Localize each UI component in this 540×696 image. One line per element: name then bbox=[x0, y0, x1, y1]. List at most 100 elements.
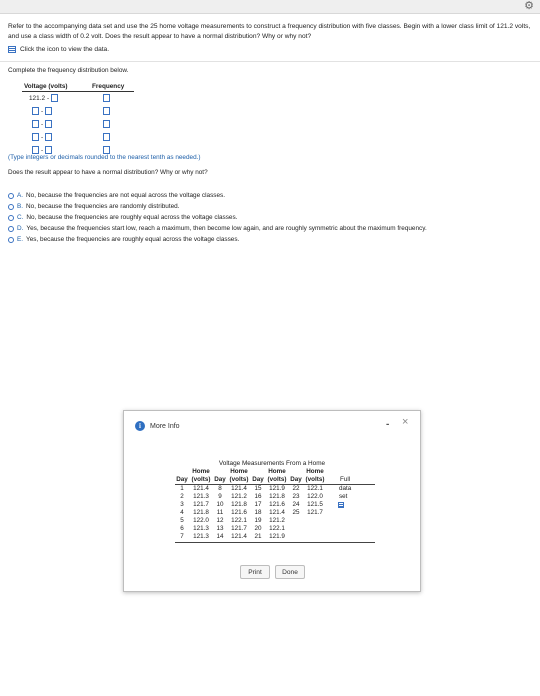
option-c[interactable]: C. No, because the frequencies are rough… bbox=[8, 212, 427, 223]
cell: 121.2 bbox=[231, 493, 247, 500]
header-cell: Day bbox=[176, 476, 188, 483]
cell: 121.7 bbox=[231, 525, 247, 532]
radio-button[interactable] bbox=[8, 203, 14, 210]
cell: 121.7 bbox=[193, 501, 209, 508]
header-cell: Day bbox=[290, 476, 302, 483]
header-cell: Home bbox=[306, 468, 324, 475]
gear-icon[interactable]: ⚙ bbox=[524, 1, 534, 12]
cell: 121.4 bbox=[193, 485, 209, 492]
table-row: 2 121.3 9 121.2 16 121.8 23 122.0 bbox=[175, 493, 327, 500]
header-cell: Home bbox=[268, 468, 286, 475]
option-d[interactable]: D. Yes, because the frequencies start lo… bbox=[8, 223, 427, 234]
cell: 25 bbox=[292, 509, 300, 516]
cell: 16 bbox=[254, 493, 262, 500]
upper-limit-input[interactable] bbox=[45, 146, 53, 154]
radio-button[interactable] bbox=[8, 225, 14, 232]
upper-limit-input[interactable] bbox=[45, 133, 53, 141]
radio-button[interactable] bbox=[8, 192, 14, 199]
cell: 121.8 bbox=[269, 493, 285, 500]
full-data-label-3: set bbox=[339, 493, 348, 500]
question-2: Does the result appear to have a normal … bbox=[8, 169, 208, 176]
data-link-text[interactable]: Click the icon to view the data. bbox=[20, 46, 109, 53]
cell: 20 bbox=[254, 525, 262, 532]
cell: 13 bbox=[216, 525, 224, 532]
copy-data-icon[interactable] bbox=[338, 502, 344, 508]
cell: 121.3 bbox=[193, 493, 209, 500]
cell: 1 bbox=[180, 485, 184, 492]
lower-limit-input[interactable] bbox=[32, 146, 39, 154]
table-row: 3 121.7 10 121.8 17 121.6 24 121.5 bbox=[175, 501, 327, 508]
option-letter: E. bbox=[17, 236, 24, 243]
more-info-dialog: i More Info - × Voltage Measurements Fro… bbox=[123, 410, 421, 592]
table-row: 1 121.4 8 121.4 15 121.9 22 122.1 bbox=[175, 485, 327, 492]
upper-limit-input[interactable] bbox=[45, 107, 53, 115]
table-bottom-rule bbox=[175, 542, 375, 543]
cell: 121.3 bbox=[193, 533, 209, 540]
frequency-input[interactable] bbox=[103, 107, 110, 115]
option-a[interactable]: A. No, because the frequencies are not e… bbox=[8, 190, 427, 201]
complete-prompt: Complete the frequency distribution belo… bbox=[8, 67, 129, 74]
radio-button[interactable] bbox=[8, 236, 14, 243]
cell: 17 bbox=[254, 501, 262, 508]
frequency-input[interactable] bbox=[103, 133, 110, 141]
cell: 121.6 bbox=[231, 509, 247, 516]
range-dash: - bbox=[41, 146, 44, 154]
option-letter: B. bbox=[17, 203, 24, 210]
frequency-input[interactable] bbox=[103, 120, 110, 128]
header-cell bbox=[175, 468, 189, 475]
cell: 121.7 bbox=[307, 509, 323, 516]
option-text: No, because the frequencies are roughly … bbox=[26, 214, 238, 221]
upper-limit-input[interactable] bbox=[51, 94, 59, 102]
cell: 121.2 bbox=[269, 517, 285, 524]
cell: 121.4 bbox=[231, 485, 247, 492]
lower-limit-input[interactable] bbox=[32, 107, 39, 115]
cell: 2 bbox=[180, 493, 184, 500]
header-cell: (volts) bbox=[229, 476, 249, 483]
data-table-title: Voltage Measurements From a Home bbox=[218, 460, 326, 467]
cell: 21 bbox=[254, 533, 262, 540]
table-icon[interactable] bbox=[8, 46, 16, 53]
frequency-input[interactable] bbox=[103, 146, 110, 154]
table-header: Day (volts) Day (volts) Day (volts) Day … bbox=[175, 476, 327, 483]
range-dash: - bbox=[41, 107, 44, 115]
full-data-label: Full bbox=[340, 476, 351, 483]
cell: 3 bbox=[180, 501, 184, 508]
header-cell bbox=[289, 468, 303, 475]
cell: 122.1 bbox=[307, 485, 323, 492]
cell: 8 bbox=[218, 485, 222, 492]
cell: 121.8 bbox=[193, 509, 209, 516]
class-row-5: - bbox=[32, 146, 53, 154]
option-e[interactable]: E. Yes, because the frequencies are roug… bbox=[8, 234, 427, 245]
cell: 22 bbox=[292, 485, 300, 492]
frequency-input[interactable] bbox=[103, 94, 110, 102]
close-button[interactable]: × bbox=[402, 416, 408, 428]
data-link-row[interactable]: Click the icon to view the data. bbox=[8, 46, 109, 53]
cell: 7 bbox=[180, 533, 184, 540]
done-button[interactable]: Done bbox=[275, 565, 305, 579]
cell: 23 bbox=[292, 493, 300, 500]
option-letter: A. bbox=[17, 192, 24, 199]
range-dash: - bbox=[47, 94, 50, 102]
option-b[interactable]: B. No, because the frequencies are rando… bbox=[8, 201, 427, 212]
upper-limit-input[interactable] bbox=[45, 120, 53, 128]
lower-limit-input[interactable] bbox=[32, 120, 39, 128]
question-text: Refer to the accompanying data set and u… bbox=[8, 23, 531, 40]
cell: 122.1 bbox=[231, 517, 247, 524]
header-cell: (volts) bbox=[305, 476, 325, 483]
radio-button[interactable] bbox=[8, 214, 14, 221]
lower-limit-input[interactable] bbox=[32, 133, 39, 141]
header-cell: (volts) bbox=[191, 476, 211, 483]
divider bbox=[0, 61, 540, 62]
header-rule bbox=[22, 91, 134, 92]
info-icon: i bbox=[135, 421, 145, 431]
first-lower-limit: 121.2 bbox=[29, 94, 45, 102]
print-button[interactable]: Print bbox=[240, 565, 270, 579]
option-text: No, because the frequencies are randomly… bbox=[26, 203, 180, 210]
range-dash: - bbox=[41, 120, 44, 128]
dialog-title: More Info bbox=[150, 422, 180, 430]
cell: 121.8 bbox=[231, 501, 247, 508]
cell: 5 bbox=[180, 517, 184, 524]
cell: 121.4 bbox=[231, 533, 247, 540]
minimize-button[interactable]: - bbox=[386, 419, 389, 430]
cell: 121.4 bbox=[269, 509, 285, 516]
